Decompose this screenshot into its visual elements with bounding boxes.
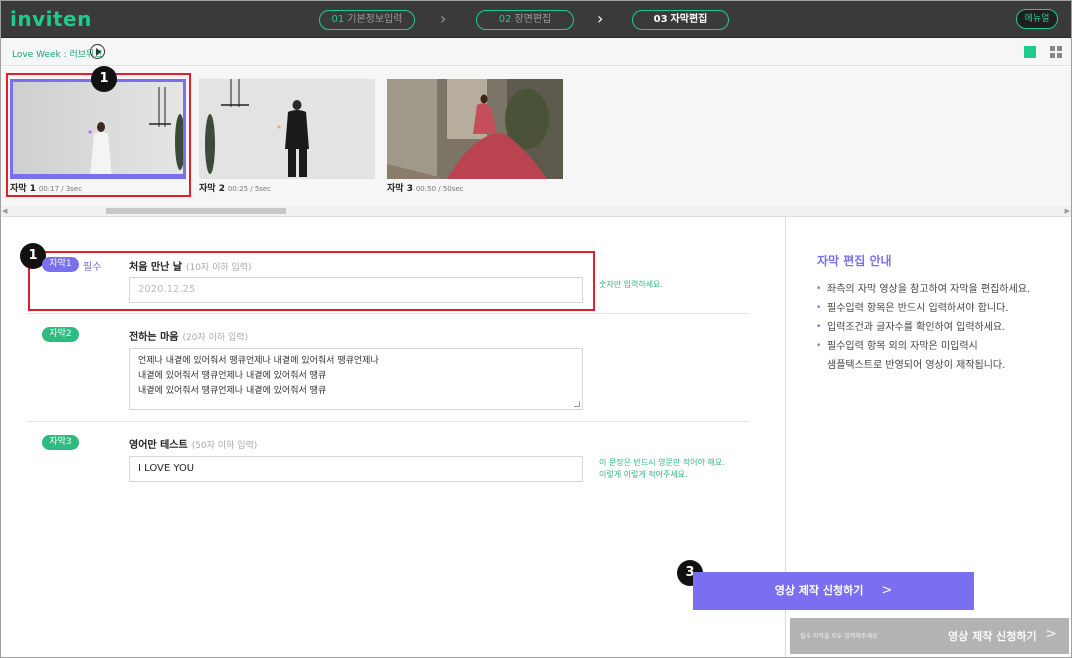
scene-caption-2: 자막 2 00:25 / 5sec [199,181,271,194]
step-label: 장면편집 [514,14,552,25]
guide-item: 필수입력 항목은 반드시 입력하셔야 합니다. [814,299,1054,318]
field-hint: (50자 이하 입력) [191,441,258,451]
scene-thumbnail-2[interactable] [199,79,375,179]
chevron-right-icon: > [881,583,893,598]
subtitle-input-3[interactable]: I LOVE YOU [129,456,583,482]
subtitle-tag-2: 자막2 [42,327,79,342]
scene-image [387,79,563,179]
scroll-left-icon[interactable]: ◀ [2,207,7,215]
step-badge: 1 [91,66,117,92]
step-scene-edit[interactable]: 02 장면편집 [476,10,574,30]
step-number: 02 [498,14,512,25]
chevron-right-icon: › [440,9,447,28]
hint-line: 이렇게 이렇게 적어주세요. [599,470,688,479]
brand-logo[interactable]: inviten [10,7,92,31]
chevron-right-icon: > [1045,626,1057,642]
textarea-line: 내곁에 있어줘서 땡큐언제나 내곁에 있어줘서 땡큐 [138,371,327,381]
step-subtitle-edit[interactable]: 03 자막편집 [632,10,729,30]
field-title-text: 처음 만난 날 [129,262,182,273]
guide-item: 좌측의 자막 영상을 참고하여 자막을 편집하세요. [814,280,1054,299]
grid-view-icon[interactable] [1050,46,1062,58]
top-navigation-bar: inviten 01 기본정보입력 › 02 장면편집 › 03 자막편집 메뉴얼 [0,0,1072,38]
scene-image [199,79,375,179]
guide-title: 자막 편집 안내 [817,254,892,268]
scrollbar-thumb[interactable] [106,208,286,214]
scene-name: 자막 3 [387,184,413,194]
guide-list: 좌측의 자막 영상을 참고하여 자막을 편집하세요. 필수입력 항목은 반드시 … [814,280,1054,375]
resize-handle-icon[interactable] [574,401,580,407]
textarea-line: 내곁에 있어줘서 땡큐언제나 내곁에 있어줘서 땡큐 [138,386,327,396]
input-hint-3: 이 문장은 반드시 영문만 적어야 해요. 이렇게 이렇게 적어주세요. [599,457,725,481]
field-title-text: 영어만 테스트 [129,440,188,451]
hint-line: 이 문장은 반드시 영문만 적어야 해요. [599,458,725,467]
submit-label: 영상 제작 신청하기 [774,584,864,597]
subtitle-textarea-2[interactable]: 언제나 내곁에 있어줘서 땡큐언제나 내곁에 있어줘서 땡큐언제나 내곁에 있어… [129,348,583,410]
scene-caption-3: 자막 3 00:50 / 50sec [387,181,464,194]
chevron-right-icon: › [597,9,604,28]
project-title: Love Week : 러브위크 [12,50,103,60]
field-hint: (20자 이하 입력) [182,333,249,343]
step-number: 03 [653,14,668,25]
textarea-line: 언제나 내곁에 있어줘서 땡큐언제나 내곁에 있어줘서 땡큐언제나 [138,356,379,366]
filmstrip-scrollbar[interactable]: ◀ ▶ [0,206,1072,216]
step-label: 자막편집 [670,14,708,25]
field-title-text: 전하는 마음 [129,332,179,343]
submit-video-button[interactable]: 영상 제작 신청하기 > [693,572,974,610]
subtitle-tag-3: 자막3 [42,435,79,450]
project-toolbar: Love Week : 러브위크 [0,38,1072,66]
step-basic-info[interactable]: 01 기본정보입력 [319,10,415,30]
scene-duration: 00:25 / 5sec [227,185,272,193]
disabled-submit-bar[interactable]: 필수 자막을 모두 입력해주세요 영상 제작 신청하기 > [790,618,1069,654]
scene-name: 자막 2 [199,184,225,194]
row-divider [26,421,750,422]
required-label: 필수 [83,262,102,273]
step-label: 기본정보입력 [347,14,403,25]
bottom-submit-label: 영상 제작 신청하기 [948,630,1037,643]
step-number: 01 [331,14,345,25]
manual-button[interactable]: 메뉴얼 [1016,9,1058,29]
input-hint-1: 숫자만 입력하세요. [599,280,663,289]
scene-thumbnail-3[interactable] [387,79,563,179]
guide-item: 필수입력 항목 외의 자막은 미입력시샘플텍스트로 반영되어 영상이 제작됩니다… [814,337,1054,375]
single-view-icon[interactable] [1024,46,1036,58]
subtitle-input-1[interactable]: 2020.12.25 [129,277,583,303]
play-icon[interactable] [90,44,105,59]
field-title-2: 전하는 마음 (20자 이하 입력) [129,328,248,343]
row-divider [26,313,750,314]
guide-item: 입력조건과 글자수를 확인하여 입력하세요. [814,318,1054,337]
required-notice: 필수 자막을 모두 입력해주세요 [800,633,878,640]
guide-item-line: 샘플텍스트로 반영되어 영상이 제작됩니다. [827,360,1006,371]
field-title-1: 처음 만난 날 (10자 이하 입력) [129,258,252,273]
subtitle-tag-1: 자막1 [42,257,79,272]
scene-duration: 00:50 / 50sec [415,185,464,193]
field-hint: (10자 이하 입력) [185,263,252,273]
field-title-3: 영어만 테스트 (50자 이하 입력) [129,436,257,451]
guide-item-line: 필수입력 항목 외의 자막은 미입력시 [827,341,978,352]
scroll-right-icon[interactable]: ▶ [1065,207,1070,215]
highlight-box-scene [6,73,191,197]
